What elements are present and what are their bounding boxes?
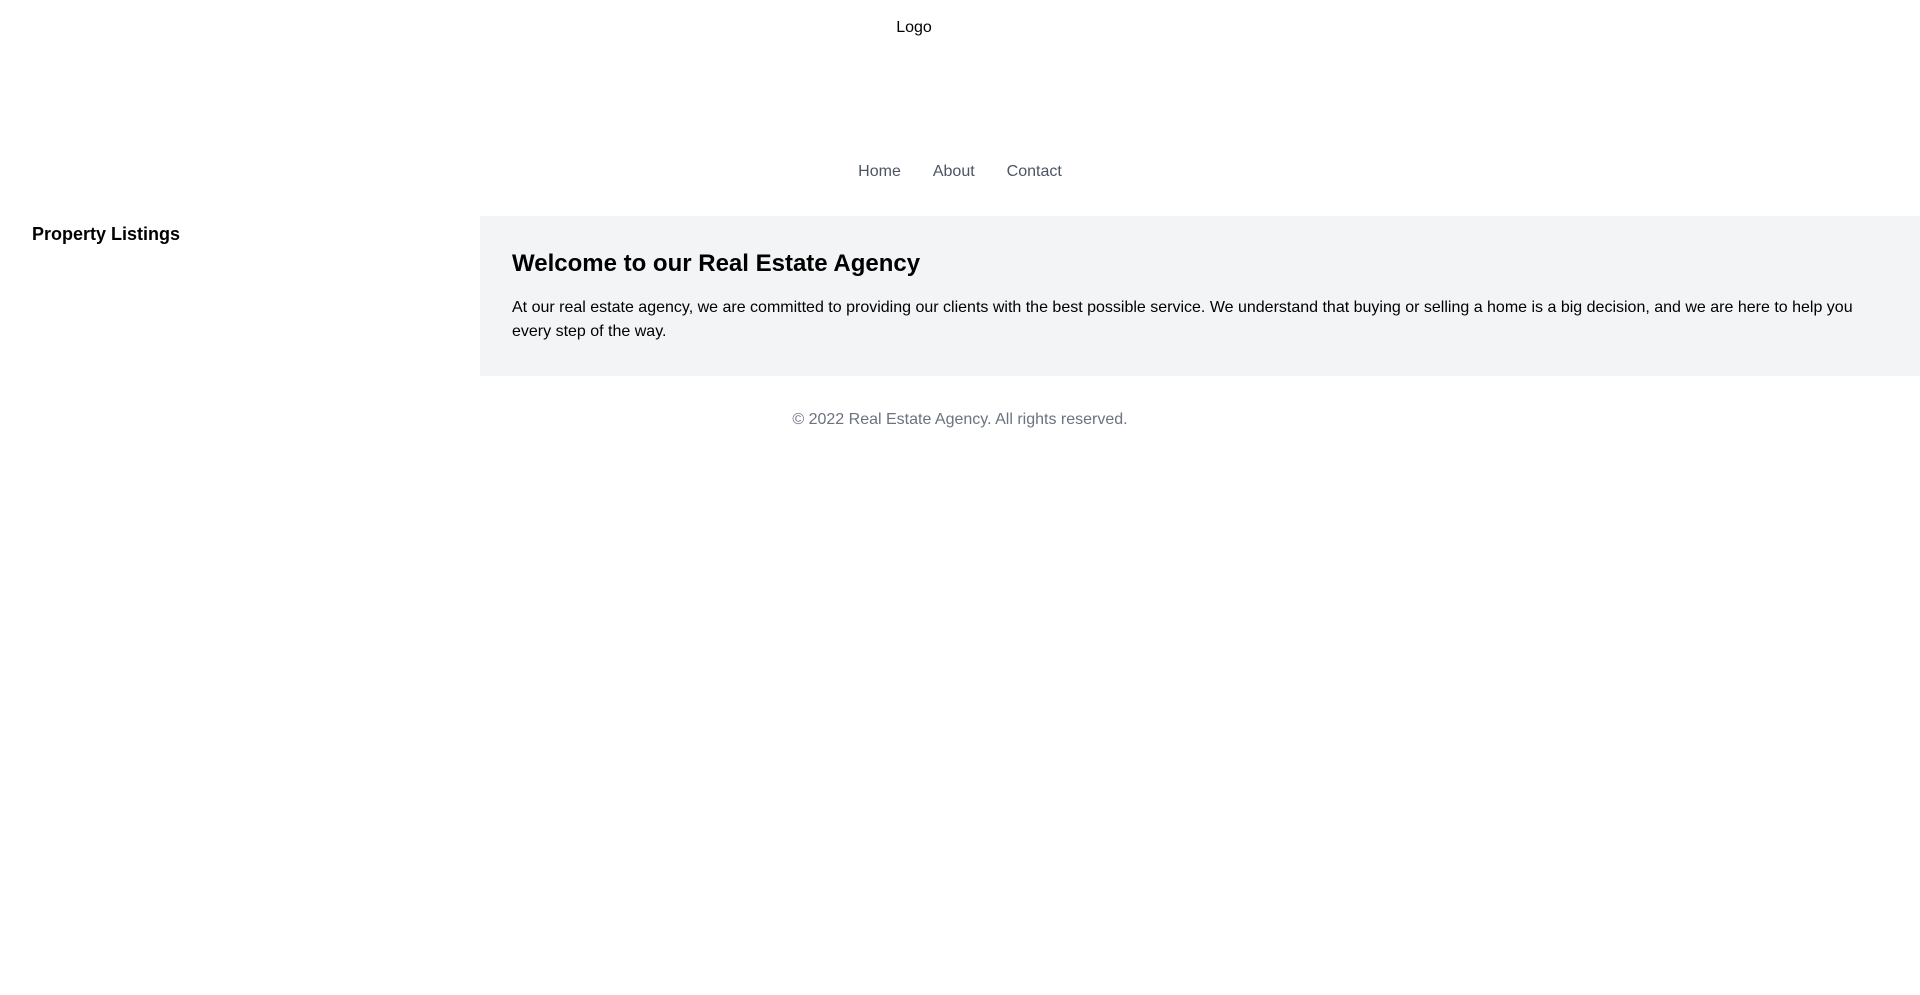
site-footer: © 2022 Real Estate Agency. All rights re… (0, 408, 1920, 432)
intro-paragraph: At our real estate agency, we are commit… (512, 299, 1853, 340)
nav-contact-link[interactable]: Contact (1007, 160, 1062, 184)
page-title: Welcome to our Real Estate Agency (512, 250, 921, 277)
page: Logo Home About Contact Property Listing… (0, 0, 1920, 995)
nav-about-link[interactable]: About (933, 160, 975, 184)
main-content: Welcome to our Real Estate Agency At our… (480, 216, 1920, 376)
logo[interactable]: Logo (0, 16, 1828, 40)
main-navigation: Home About Contact (0, 160, 1920, 184)
nav-home-link[interactable]: Home (858, 160, 901, 184)
sidebar-title: Property Listings (32, 224, 181, 244)
copyright-text: © 2022 Real Estate Agency. All rights re… (792, 411, 1128, 428)
sidebar: Property Listings (0, 216, 480, 248)
